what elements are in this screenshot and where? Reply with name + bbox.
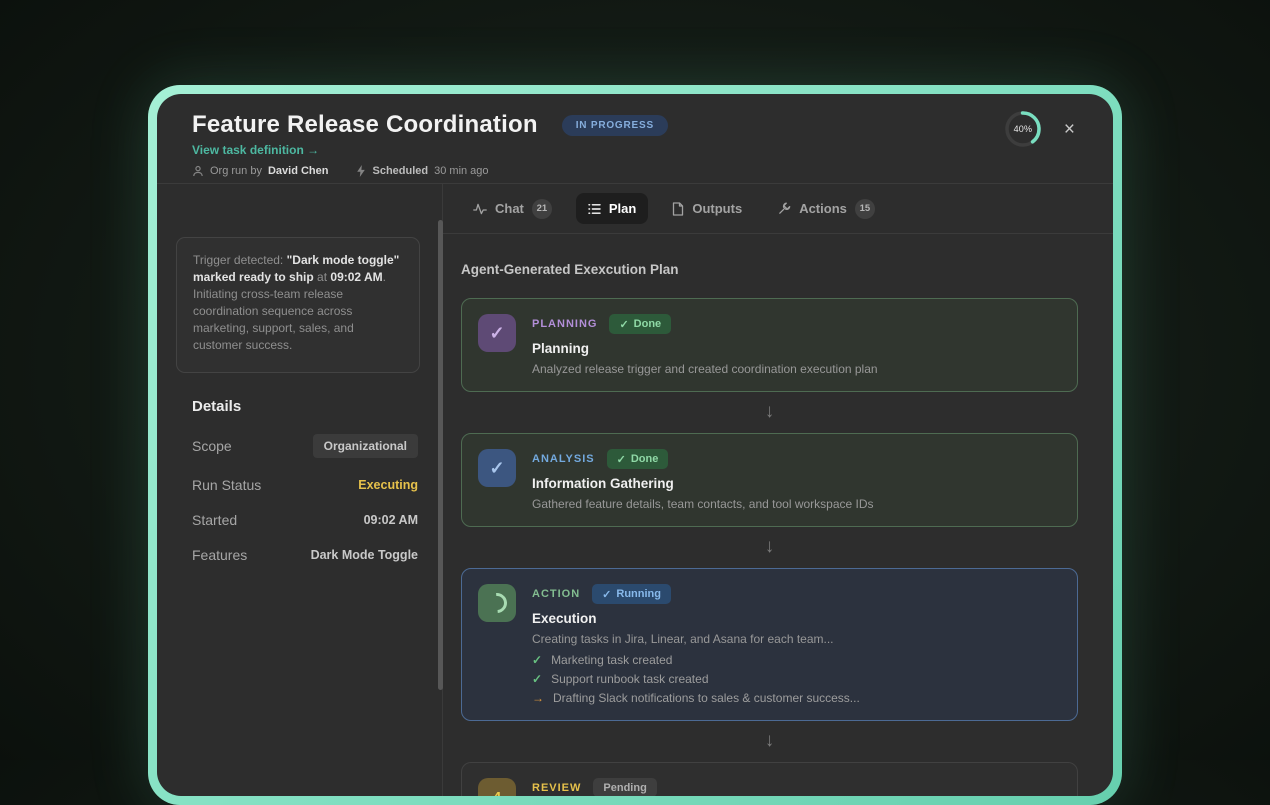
plan-heading: Agent-Generated Exexcution Plan — [461, 262, 1078, 277]
checklist-item: ✓ Support runbook task created — [532, 672, 1061, 686]
detail-row-run-status: Run Status Executing — [192, 477, 418, 493]
checklist-text: Support runbook task created — [551, 672, 708, 686]
stage-number: 4 — [478, 778, 516, 796]
detail-row-started: Started 09:02 AM — [192, 512, 418, 528]
features-value: Dark Mode Toggle — [311, 548, 418, 562]
stage-card-review[interactable]: 4 REVIEW Pending Review — [461, 762, 1078, 796]
detail-row-scope: Scope Organizational — [192, 434, 418, 458]
status-text: Pending — [603, 782, 646, 794]
tab-chat[interactable]: Chat 21 — [461, 191, 564, 227]
check-icon: ✓ — [619, 318, 628, 331]
check-icon: ✓ — [532, 653, 542, 667]
person-icon — [192, 165, 204, 177]
progress-percent: 40% — [1004, 110, 1042, 148]
tab-label: Chat — [495, 201, 524, 216]
actions-count-badge: 15 — [855, 199, 875, 219]
details-sidebar: Trigger detected: "Dark mode toggle" mar… — [157, 184, 442, 796]
main-panel: Chat 21 Plan Outputs — [442, 184, 1113, 796]
run-by-prefix: Org run by — [210, 165, 262, 177]
status-badge-running: ✓ Running — [592, 584, 671, 604]
run-status-value: Executing — [358, 478, 418, 492]
plan-content: Agent-Generated Exexcution Plan ✓ PLANNI… — [443, 234, 1113, 796]
tab-label: Actions — [799, 201, 847, 216]
flow-arrow-icon: ↓ — [461, 721, 1078, 762]
stage-phase: ANALYSIS — [532, 453, 595, 465]
status-text: Done — [634, 318, 662, 330]
org-run-meta: Org run by David Chen — [192, 165, 328, 177]
flow-arrow-icon: ↓ — [461, 392, 1078, 433]
tab-actions[interactable]: Actions 15 — [766, 191, 887, 227]
tab-plan[interactable]: Plan — [576, 193, 648, 224]
detail-label: Scope — [192, 438, 232, 454]
check-icon: ✓ — [617, 453, 626, 466]
view-task-definition-link[interactable]: View task definition → — [192, 143, 319, 157]
stage-description: Analyzed release trigger and created coo… — [532, 362, 1061, 376]
tab-outputs[interactable]: Outputs — [660, 193, 754, 224]
stage-phase: ACTION — [532, 588, 580, 600]
details-section: Details Scope Organizational Run Status … — [192, 398, 420, 563]
lightning-icon — [356, 165, 366, 177]
stage-title: Planning — [532, 341, 1061, 356]
scheduled-meta: Scheduled 30 min ago — [356, 165, 488, 177]
app-window: Feature Release Coordination IN PROGRESS… — [157, 94, 1113, 796]
trigger-time: 09:02 AM — [330, 270, 382, 284]
detail-label: Started — [192, 512, 237, 528]
list-icon — [588, 203, 601, 215]
check-icon: ✓ — [532, 672, 542, 686]
run-by-name: David Chen — [268, 165, 329, 177]
activity-icon — [473, 203, 487, 215]
status-badge-done: ✓ Done — [607, 449, 669, 469]
stage-title: Execution — [532, 611, 1061, 626]
app-window-frame: Feature Release Coordination IN PROGRESS… — [148, 85, 1122, 805]
status-text: Running — [616, 588, 661, 600]
detail-row-features: Features Dark Mode Toggle — [192, 547, 418, 563]
checklist-item: ✓ Marketing task created — [532, 653, 1061, 667]
spinner-icon — [478, 584, 516, 622]
stage-card-planning[interactable]: ✓ PLANNING ✓ Done Planning Analyzed relea… — [461, 298, 1078, 392]
scope-badge: Organizational — [313, 434, 418, 458]
status-badge-pending: Pending — [593, 778, 656, 796]
scheduled-label: Scheduled — [372, 165, 428, 177]
details-heading: Details — [192, 398, 418, 415]
trigger-at: at — [314, 270, 331, 284]
close-icon[interactable]: × — [1064, 120, 1075, 139]
stage-phase: REVIEW — [532, 782, 581, 794]
stage-description: Creating tasks in Jira, Linear, and Asan… — [532, 632, 1061, 646]
flow-arrow-icon: ↓ — [461, 527, 1078, 568]
trigger-message: Trigger detected: "Dark mode toggle" mar… — [176, 237, 420, 373]
scheduled-time: 30 min ago — [434, 165, 488, 177]
trigger-prefix: Trigger detected: — [193, 253, 287, 267]
window-header: Feature Release Coordination IN PROGRESS… — [157, 94, 1113, 184]
scrollbar-thumb[interactable] — [438, 220, 443, 690]
tab-bar: Chat 21 Plan Outputs — [443, 184, 1113, 234]
stage-phase: PLANNING — [532, 318, 597, 330]
check-icon: ✓ — [478, 449, 516, 487]
chat-count-badge: 21 — [532, 199, 552, 219]
arrow-right-icon: → — [532, 691, 544, 705]
tab-label: Outputs — [692, 201, 742, 216]
detail-label: Features — [192, 547, 247, 563]
checklist-text: Drafting Slack notifications to sales & … — [553, 691, 860, 705]
checklist-item: → Drafting Slack notifications to sales … — [532, 691, 1061, 705]
tab-label: Plan — [609, 201, 636, 216]
stage-checklist: ✓ Marketing task created ✓ Support runbo… — [532, 653, 1061, 705]
progress-ring: 40% — [1004, 110, 1042, 148]
wrench-icon — [778, 202, 791, 215]
check-icon: ✓ — [478, 314, 516, 352]
status-text: Done — [631, 453, 659, 465]
stage-card-analysis[interactable]: ✓ ANALYSIS ✓ Done Information Gathering G… — [461, 433, 1078, 527]
detail-label: Run Status — [192, 477, 261, 493]
check-icon: ✓ — [602, 588, 611, 601]
status-badge-done: ✓ Done — [609, 314, 671, 334]
status-badge: IN PROGRESS — [562, 115, 668, 136]
stage-card-action[interactable]: ACTION ✓ Running Execution Creating tasks… — [461, 568, 1078, 721]
page-title: Feature Release Coordination — [192, 111, 538, 139]
stage-description: Gathered feature details, team contacts,… — [532, 497, 1061, 511]
started-value: 09:02 AM — [364, 513, 418, 527]
stage-title: Information Gathering — [532, 476, 1061, 491]
document-icon — [672, 202, 684, 216]
checklist-text: Marketing task created — [551, 653, 672, 667]
